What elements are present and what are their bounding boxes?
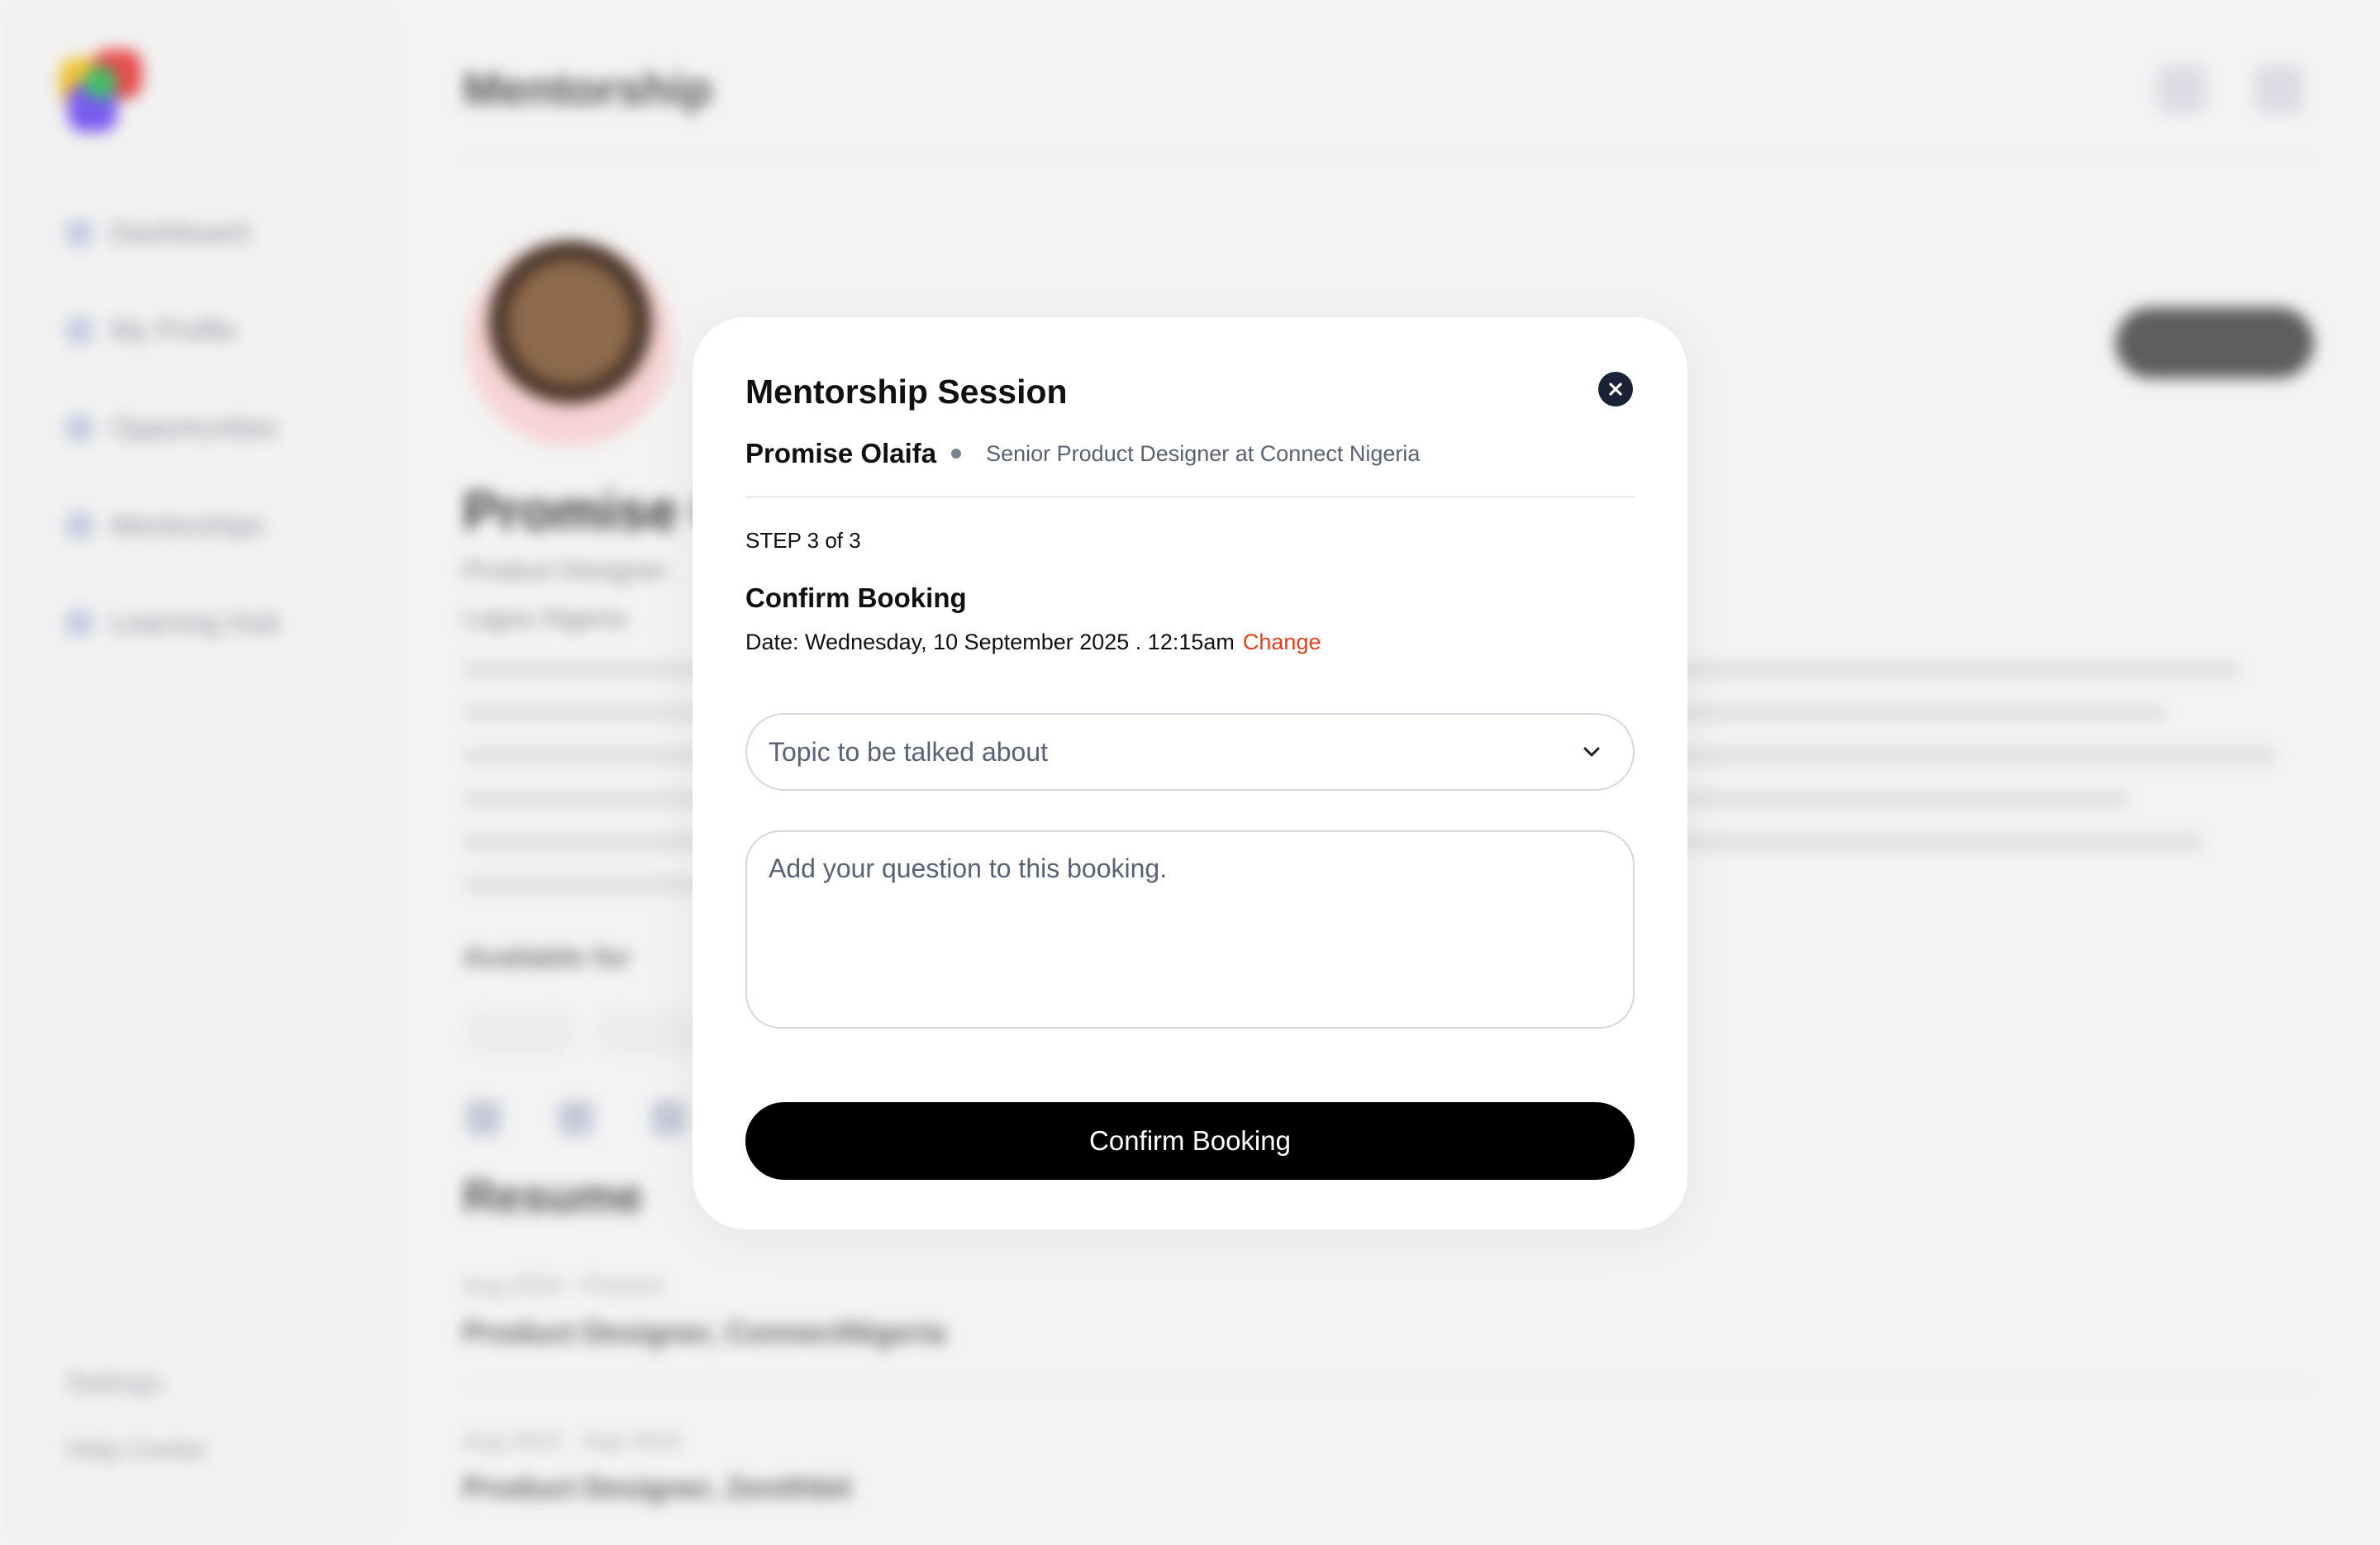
sidebar-item-settings[interactable]: Settings — [66, 1367, 207, 1398]
booking-date: Date: Wednesday, 10 September 2025 . 12:… — [745, 627, 1635, 657]
book-icon — [66, 610, 93, 636]
confirm-booking-button[interactable]: Confirm Booking — [745, 1102, 1635, 1180]
sidebar-item-label: Opportunities — [111, 411, 278, 444]
sidebar-item-help-center[interactable]: Help Center — [66, 1434, 207, 1465]
mentorship-session-modal: Mentorship Session Promise Olaifa Senior… — [693, 317, 1687, 1229]
question-textarea[interactable] — [745, 830, 1635, 1029]
profile-avatar — [467, 240, 674, 446]
topic-select[interactable]: Topic to be talked about — [745, 713, 1635, 791]
book-session-button[interactable] — [2116, 307, 2314, 378]
chevron-down-icon — [1583, 747, 1600, 757]
modal-title: Mentorship Session — [745, 373, 1068, 411]
sidebar-item-label: My Profile — [111, 314, 236, 346]
sidebar-item-opportunities[interactable]: Opportunities — [66, 411, 279, 444]
available-for-label: Available for — [463, 942, 631, 973]
mentor-role: Senior Product Designer at Connect Niger… — [986, 440, 1421, 466]
page-title: Mentorship — [463, 63, 712, 115]
resume-period: Aug 2022 - Sep 2024 — [463, 1428, 682, 1453]
chip-mentorship — [463, 1010, 578, 1056]
modal-divider — [745, 496, 1635, 498]
dashboard-icon — [66, 220, 93, 246]
mentor-name: Promise Olaifa — [745, 438, 937, 468]
sidebar: Dashboard My Profile Opportunities Mento… — [0, 0, 397, 1545]
resume-period: Aug 2024 - Present — [463, 1272, 663, 1298]
resume-role: Product Designer, Zenithbit — [463, 1471, 852, 1505]
resume-role: Product Designer, ConnectNigeria — [463, 1315, 946, 1349]
booking-date-text: Date: Wednesday, 10 September 2025 . 12:… — [745, 630, 1235, 654]
mentorship-icon — [66, 512, 93, 539]
sidebar-item-learning-hub[interactable]: Learning Hub — [66, 606, 279, 639]
sidebar-nav: Dashboard My Profile Opportunities Mento… — [66, 216, 279, 704]
resume-divider — [463, 1385, 2314, 1386]
notification-icon[interactable] — [2157, 64, 2206, 114]
sidebar-item-label: Learning Hub — [111, 606, 280, 639]
separator-dot — [951, 449, 962, 459]
avatar[interactable] — [2254, 64, 2304, 114]
linkedin-icon[interactable] — [559, 1101, 593, 1135]
user-icon — [66, 317, 93, 344]
briefcase-icon — [66, 415, 93, 441]
resume-heading: Resume — [463, 1170, 643, 1222]
sidebar-item-my-profile[interactable]: My Profile — [66, 314, 279, 347]
dribbble-icon[interactable] — [651, 1101, 686, 1135]
sidebar-item-mentorships[interactable]: Mentorships — [66, 509, 279, 542]
change-date-link[interactable]: Change — [1243, 630, 1321, 654]
sidebar-item-label: Dashboard — [111, 216, 249, 249]
close-button[interactable] — [1598, 372, 1633, 406]
section-title: Confirm Booking — [745, 582, 967, 613]
header-divider — [463, 157, 2314, 159]
mentor-info: Promise Olaifa Senior Product Designer a… — [745, 435, 1635, 473]
app-logo — [60, 50, 167, 132]
step-indicator: STEP 3 of 3 — [745, 528, 861, 553]
sidebar-item-dashboard[interactable]: Dashboard — [66, 216, 279, 250]
sidebar-bottom: Settings Help Center — [66, 1367, 207, 1501]
profile-location: Lagos Nigeria — [463, 603, 626, 633]
sidebar-item-label: Mentorships — [111, 509, 264, 541]
profile-role: Product Designer — [463, 555, 668, 585]
close-icon — [1609, 383, 1622, 396]
topic-select-placeholder: Topic to be talked about — [769, 736, 1049, 767]
twitter-icon[interactable] — [466, 1101, 501, 1135]
